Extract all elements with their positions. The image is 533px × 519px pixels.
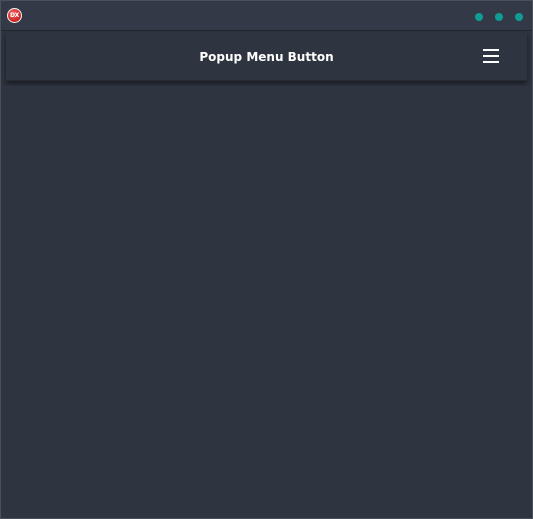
hamburger-menu-icon: [483, 49, 499, 51]
window-control-dot-2[interactable]: [495, 13, 503, 21]
hamburger-menu-icon-bar: [483, 55, 499, 57]
app-logo-icon: DX: [7, 8, 22, 23]
hamburger-menu-icon-bar: [483, 61, 499, 63]
app-window: DX Popup Menu Button: [0, 0, 533, 519]
title-bar[interactable]: DX: [1, 1, 532, 31]
content-area: [1, 86, 532, 518]
window-control-dot-1[interactable]: [475, 13, 483, 21]
popup-menu-button[interactable]: [478, 44, 504, 68]
toolbar-title: Popup Menu Button: [199, 50, 334, 64]
window-control-dot-3[interactable]: [515, 13, 523, 21]
toolbar: Popup Menu Button: [6, 32, 527, 81]
